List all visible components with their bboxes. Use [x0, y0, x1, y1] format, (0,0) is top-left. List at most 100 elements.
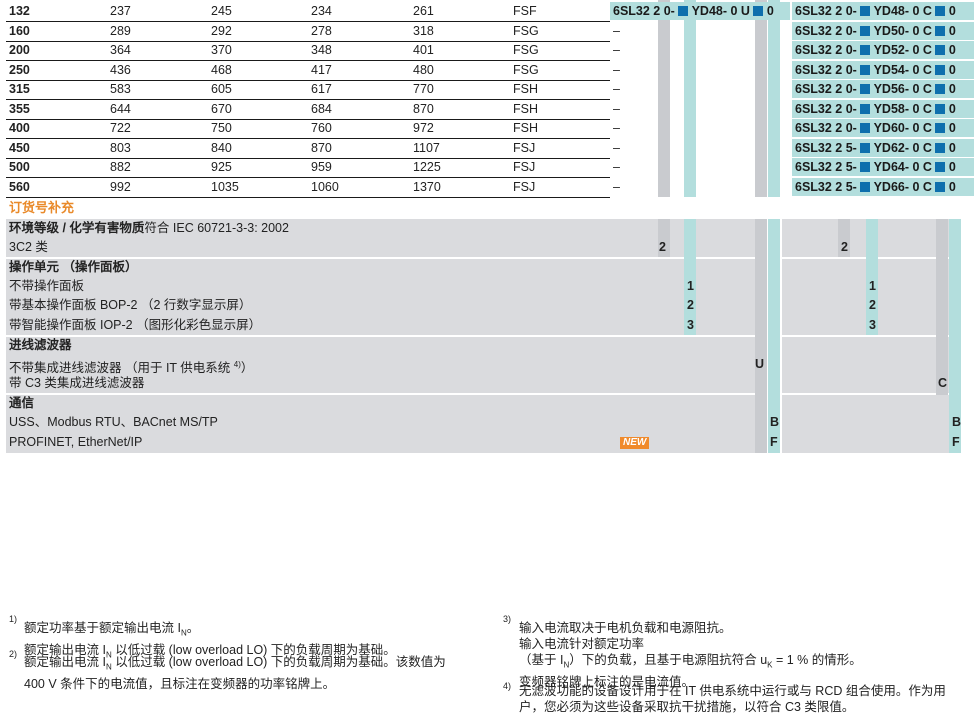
placeholder-square-icon — [860, 142, 871, 153]
row-value: 234 — [311, 4, 332, 18]
row-value: 1107 — [413, 140, 440, 155]
comm-title: 通信 — [9, 396, 35, 410]
row-value: 992 — [110, 179, 131, 194]
env-3c2: 3C2 类 — [9, 240, 48, 254]
placeholder-square-icon — [860, 162, 871, 172]
row-value: 1225 — [413, 160, 441, 174]
order-code-right: 6SL32 2 0- YD60- 0 C 0 — [795, 121, 956, 135]
op-title: 操作单元 （操作面板） — [9, 260, 138, 274]
order-code-right: 6SL32 2 0- YD50- 0 C 0 — [795, 23, 956, 38]
row-frame: FSJ — [513, 160, 536, 174]
order-code-left: 6SL32 2 0- YD48- 0 U 0 — [613, 4, 774, 18]
row-value: 292 — [211, 23, 232, 38]
placeholder-square-icon — [935, 25, 946, 36]
row-frame: FSJ — [513, 140, 536, 155]
row-value: 417 — [311, 62, 332, 77]
row-value: 436 — [110, 62, 131, 77]
row-dash: – — [613, 160, 620, 174]
row-value: 370 — [211, 43, 232, 57]
row-value: 1370 — [413, 179, 441, 194]
placeholder-square-icon — [860, 123, 871, 133]
placeholder-square-icon — [935, 84, 946, 94]
row-value: 583 — [110, 82, 131, 96]
row-size: 400 — [9, 121, 30, 135]
row-value: 480 — [413, 62, 434, 77]
op-bop: 带基本操作面板 BOP-2 （2 行数字显示屏） — [9, 298, 252, 312]
row-value: 401 — [413, 43, 434, 57]
row-dash: – — [613, 179, 620, 194]
row-frame: FSG — [513, 62, 539, 77]
env-code-left: 2 — [659, 240, 666, 254]
op-iop-code: 3 — [687, 318, 694, 332]
footnote-4: 无滤波功能的设备设计用于在 IT 供电系统中运行或与 RCD 组合使用。作为用 … — [519, 684, 946, 714]
op-none-code: 1 — [687, 279, 694, 293]
placeholder-square-icon — [860, 25, 871, 36]
placeholder-square-icon — [753, 6, 764, 16]
row-frame: FSG — [513, 23, 539, 38]
row-dash: – — [613, 23, 620, 38]
row-frame: FSH — [513, 121, 538, 135]
row-value: 1035 — [211, 179, 239, 194]
row-size: 315 — [9, 82, 30, 96]
order-code-right: 6SL32 2 0- YD48- 0 C 0 — [795, 4, 956, 18]
row-value: 670 — [211, 101, 232, 116]
op-bop-code-right: 2 — [869, 298, 876, 312]
filter-none: 不带集成进线滤波器 （用于 IT 供电系统 4)） — [9, 360, 254, 376]
order-code-right: 6SL32 2 0- YD56- 0 C 0 — [795, 82, 956, 96]
comm-pn: PROFINET, EtherNet/IP — [9, 435, 143, 449]
op-iop: 带智能操作面板 IOP-2 （图形化彩色显示屏） — [9, 318, 262, 332]
row-value: 770 — [413, 82, 434, 96]
footnote-2: 额定输出电流 IN 以低过载 (low overload LO) 下的负载周期为… — [24, 655, 446, 691]
row-size: 132 — [9, 4, 30, 18]
row-size: 500 — [9, 160, 30, 174]
placeholder-square-icon — [860, 64, 871, 75]
row-frame: FSH — [513, 101, 538, 116]
row-value: 1060 — [311, 179, 339, 194]
comm-pn-code-right: F — [952, 435, 960, 449]
placeholder-square-icon — [935, 162, 946, 172]
footnote-1-num: 1) — [9, 614, 18, 624]
order-code-right: 6SL32 2 5- YD64- 0 C 0 — [795, 160, 956, 174]
row-value: 237 — [110, 4, 131, 18]
row-value: 722 — [110, 121, 131, 135]
comm-pn-code: F — [770, 435, 778, 449]
placeholder-square-icon — [860, 6, 871, 16]
placeholder-square-icon — [935, 123, 946, 133]
env-title: 环境等级 / 化学有害物质符合 IEC 60721-3-3: 2002 — [9, 221, 289, 235]
footnote-3: 输入电流取决于电机负载和电源阻抗。 输入电流针对额定功率 （基于 IN）下的负载… — [519, 621, 862, 689]
row-size: 200 — [9, 43, 30, 57]
placeholder-square-icon — [935, 6, 946, 16]
row-dash: – — [613, 140, 620, 155]
new-badge: NEW — [620, 437, 650, 449]
order-code-right: 6SL32 2 0- YD52- 0 C 0 — [795, 43, 956, 57]
filter-none-code: U — [755, 357, 765, 371]
filter-c3: 带 C3 类集成进线滤波器 — [9, 376, 145, 390]
row-dash: – — [613, 101, 620, 116]
footnote-4-num: 4) — [503, 681, 512, 691]
filter-c3-code: C — [938, 376, 948, 390]
row-dash: – — [613, 121, 620, 135]
row-value: 617 — [311, 82, 332, 96]
row-value: 925 — [211, 160, 232, 174]
row-value: 318 — [413, 23, 434, 38]
placeholder-square-icon — [860, 45, 871, 55]
placeholder-square-icon — [678, 6, 689, 16]
footnote-2-num: 2) — [9, 649, 18, 659]
row-value: 605 — [211, 82, 232, 96]
order-code-right: 6SL32 2 5- YD62- 0 C 0 — [795, 140, 956, 155]
op-bop-code: 2 — [687, 298, 694, 312]
op-none: 不带操作面板 — [9, 279, 85, 293]
row-value: 468 — [211, 62, 232, 77]
row-value: 882 — [110, 160, 131, 174]
code-column-bar — [755, 0, 767, 197]
row-value: 870 — [413, 101, 434, 116]
code-column-bar — [684, 0, 696, 197]
row-size: 450 — [9, 140, 30, 155]
order-code-right: 6SL32 2 0- YD58- 0 C 0 — [795, 101, 956, 116]
op-iop-code-right: 3 — [869, 318, 876, 332]
row-frame: FSH — [513, 82, 538, 96]
code-column-bar — [658, 0, 670, 197]
row-size: 250 — [9, 62, 30, 77]
row-value: 803 — [110, 140, 131, 155]
row-value: 870 — [311, 140, 332, 155]
